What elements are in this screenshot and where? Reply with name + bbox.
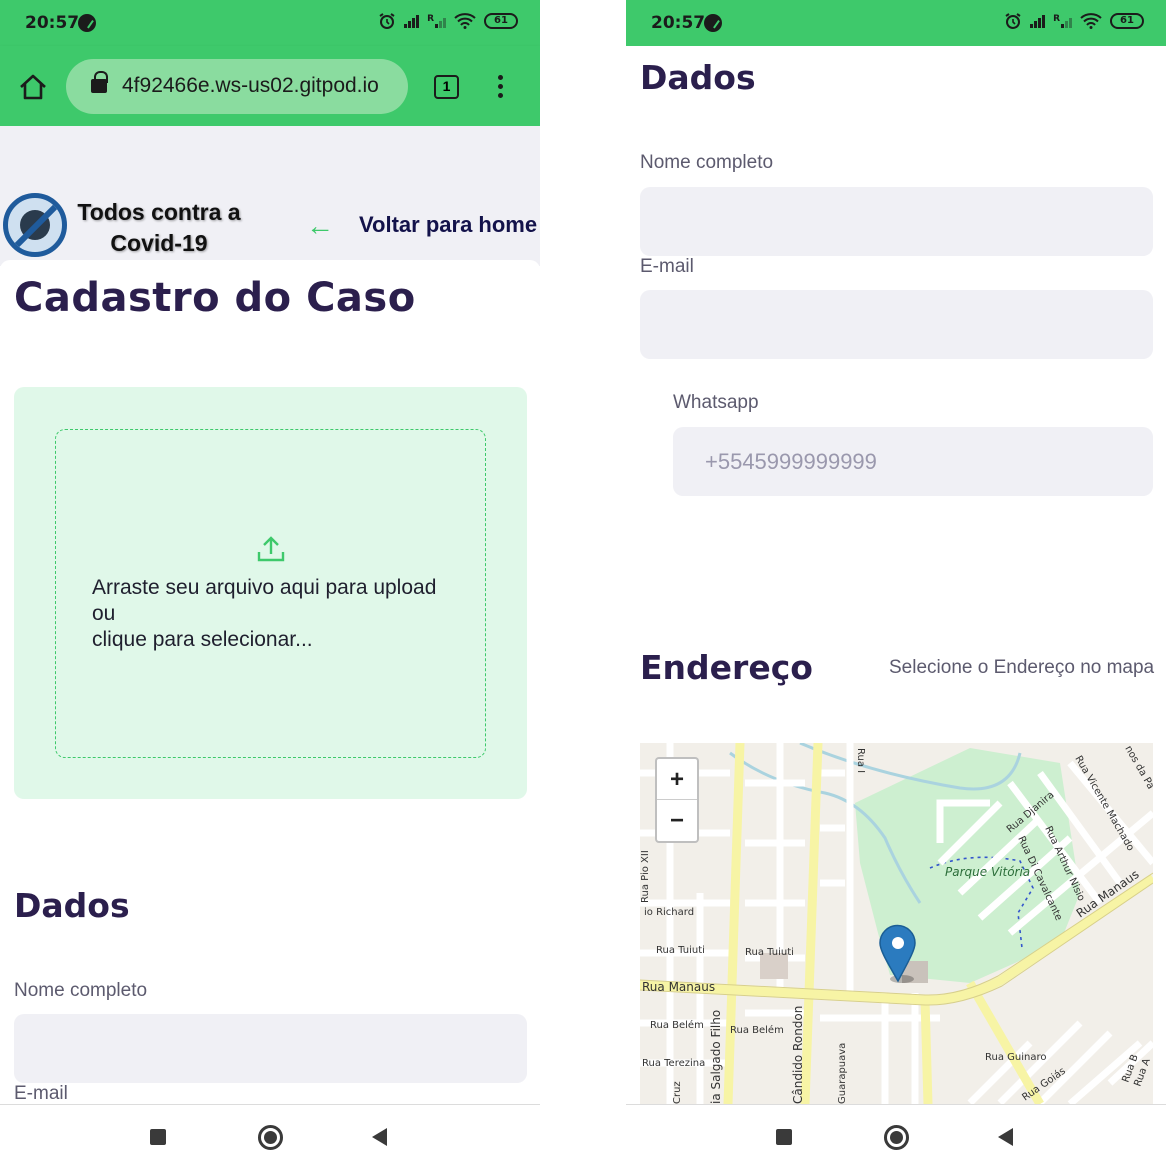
upload-instructions: Arraste seu arquivo aqui para upload ou … bbox=[92, 575, 482, 653]
arrow-left-icon[interactable]: ← bbox=[306, 212, 334, 240]
screenshot-canvas: 20:57 R 61 4f92466e.ws-us02.gitpod.io 1 … bbox=[0, 0, 1170, 1170]
status-icons: R 61 bbox=[1004, 12, 1144, 30]
street-label: nos da Pá bbox=[1122, 744, 1153, 792]
lock-icon bbox=[91, 71, 108, 93]
app-notification-icon bbox=[78, 14, 96, 32]
street-label: Rua Vicente Machado bbox=[1072, 754, 1136, 853]
home-nav-button[interactable] bbox=[884, 1125, 909, 1150]
upload-line-2: ou bbox=[92, 602, 116, 625]
upload-line-1: Arraste seu arquivo aqui para upload bbox=[92, 576, 437, 599]
street-label: Rua Tuiuti bbox=[656, 945, 705, 956]
map-hint: Selecione o Endereço no mapa bbox=[889, 657, 1155, 678]
battery-icon: 61 bbox=[484, 13, 518, 29]
map-tiles: io Richard Rua Tuiuti Rua Tuiuti Rua Man… bbox=[640, 743, 1153, 1104]
email-input[interactable] bbox=[640, 290, 1153, 359]
upload-icon bbox=[257, 536, 285, 562]
browser-toolbar: 4f92466e.ws-us02.gitpod.io 1 bbox=[0, 46, 540, 126]
back-nav-button[interactable] bbox=[372, 1128, 387, 1146]
status-time: 20:57 bbox=[25, 13, 80, 33]
upload-dropzone[interactable]: Arraste seu arquivo aqui para upload ou … bbox=[14, 387, 527, 799]
alarm-icon bbox=[379, 13, 395, 29]
status-bar: 20:57 R 61 bbox=[0, 0, 540, 46]
whatsapp-input[interactable]: +5545999999999 bbox=[673, 427, 1153, 496]
page-title: Cadastro do Caso bbox=[14, 275, 416, 321]
home-nav-button[interactable] bbox=[258, 1125, 283, 1150]
back-to-home-link[interactable]: Voltar para home bbox=[359, 212, 537, 238]
zoom-out-button[interactable]: − bbox=[657, 800, 697, 841]
map-zoom-control: + − bbox=[655, 757, 699, 843]
street-label: Rua Pio XII bbox=[640, 850, 651, 903]
phone-screen-left: 20:57 R 61 4f92466e.ws-us02.gitpod.io 1 … bbox=[0, 0, 540, 1170]
covid-logo-icon bbox=[3, 193, 67, 257]
address-bar[interactable]: 4f92466e.ws-us02.gitpod.io bbox=[66, 59, 408, 114]
wifi-icon bbox=[1080, 13, 1102, 29]
street-label: Rua I bbox=[855, 748, 866, 773]
section-title-endereco: Endereço bbox=[640, 648, 813, 687]
nome-label: Nome completo bbox=[640, 152, 774, 173]
status-bar: 20:57 R 61 bbox=[626, 0, 1166, 46]
home-icon[interactable] bbox=[18, 73, 48, 101]
street-label: Rua Guinaro bbox=[985, 1052, 1046, 1063]
street-label: Rua Tuiuti bbox=[745, 947, 794, 958]
zoom-in-button[interactable]: + bbox=[657, 759, 697, 800]
signal-icon bbox=[1030, 14, 1046, 28]
street-label: Rua Belém bbox=[730, 1024, 784, 1036]
whatsapp-placeholder: +5545999999999 bbox=[705, 449, 877, 474]
street-label: Rua Manaus bbox=[642, 980, 715, 994]
whatsapp-label: Whatsapp bbox=[673, 392, 759, 413]
street-label: Rua Belém bbox=[650, 1019, 704, 1031]
url-text: 4f92466e.ws-us02.gitpod.io bbox=[122, 74, 379, 97]
street-label: ia Salgado Filho bbox=[709, 1010, 723, 1104]
alarm-icon bbox=[1005, 13, 1021, 29]
address-map[interactable]: io Richard Rua Tuiuti Rua Tuiuti Rua Man… bbox=[640, 743, 1153, 1104]
roaming-mark: R bbox=[427, 14, 434, 24]
tab-switcher-button[interactable]: 1 bbox=[434, 75, 459, 99]
wifi-icon bbox=[454, 13, 476, 29]
status-time: 20:57 bbox=[651, 13, 706, 33]
street-label: Rua Terezina bbox=[642, 1058, 705, 1069]
status-icons: R 61 bbox=[378, 12, 518, 30]
phone-screen-right: 20:57 R 61 Dados Nome completo E-mail Wh… bbox=[626, 0, 1166, 1170]
upload-dropzone-inner[interactable]: Arraste seu arquivo aqui para upload ou … bbox=[55, 429, 486, 758]
more-menu-icon[interactable] bbox=[498, 75, 504, 99]
street-label: Guarapuava bbox=[837, 1043, 848, 1104]
upload-line-3: clique para selecionar... bbox=[92, 628, 313, 651]
signal-roaming-icon: R bbox=[427, 14, 446, 28]
street-label: Cândido Rondon bbox=[791, 1006, 805, 1104]
nome-input[interactable] bbox=[640, 187, 1153, 256]
signal-roaming-icon: R bbox=[1053, 14, 1072, 28]
section-title-dados: Dados bbox=[14, 886, 130, 925]
battery-icon: 61 bbox=[1110, 13, 1144, 29]
signal-icon bbox=[404, 14, 420, 28]
street-label: Cruz bbox=[672, 1081, 683, 1104]
app-notification-icon bbox=[704, 14, 722, 32]
street-label: io Richard bbox=[644, 907, 694, 918]
logo-text: Todos contra a Covid-19 bbox=[77, 199, 241, 256]
android-nav-bar bbox=[626, 1104, 1166, 1170]
section-title-dados: Dados bbox=[640, 58, 756, 97]
roaming-mark: R bbox=[1053, 14, 1060, 24]
nome-label: Nome completo bbox=[14, 980, 148, 1001]
recent-apps-button[interactable] bbox=[150, 1129, 166, 1145]
back-nav-button[interactable] bbox=[998, 1128, 1013, 1146]
nome-input[interactable] bbox=[14, 1014, 527, 1083]
email-label: E-mail bbox=[14, 1083, 68, 1104]
park-label: Parque Vitória bbox=[945, 865, 1030, 879]
android-nav-bar bbox=[0, 1104, 540, 1170]
email-label: E-mail bbox=[640, 256, 694, 277]
recent-apps-button[interactable] bbox=[776, 1129, 792, 1145]
